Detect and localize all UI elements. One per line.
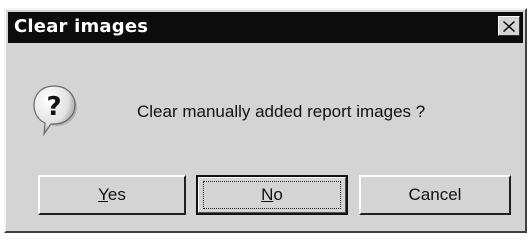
clear-images-dialog: Clear images ? Clear manually added repo…	[4, 8, 527, 233]
question-icon: ?	[32, 84, 78, 137]
no-button-label: No	[261, 185, 283, 204]
yes-button[interactable]: Yes	[38, 175, 186, 215]
dialog-title: Clear images	[14, 16, 149, 37]
close-button[interactable]	[498, 16, 520, 36]
title-bar[interactable]: Clear images	[8, 12, 523, 43]
cancel-button-label: Cancel	[408, 185, 462, 204]
svg-text:?: ?	[46, 92, 61, 122]
yes-button-label: Yes	[98, 185, 126, 204]
close-icon	[503, 20, 515, 32]
cancel-button[interactable]: Cancel	[359, 175, 511, 215]
dialog-message: Clear manually added report images ?	[137, 102, 426, 121]
no-button[interactable]: No	[196, 175, 348, 215]
